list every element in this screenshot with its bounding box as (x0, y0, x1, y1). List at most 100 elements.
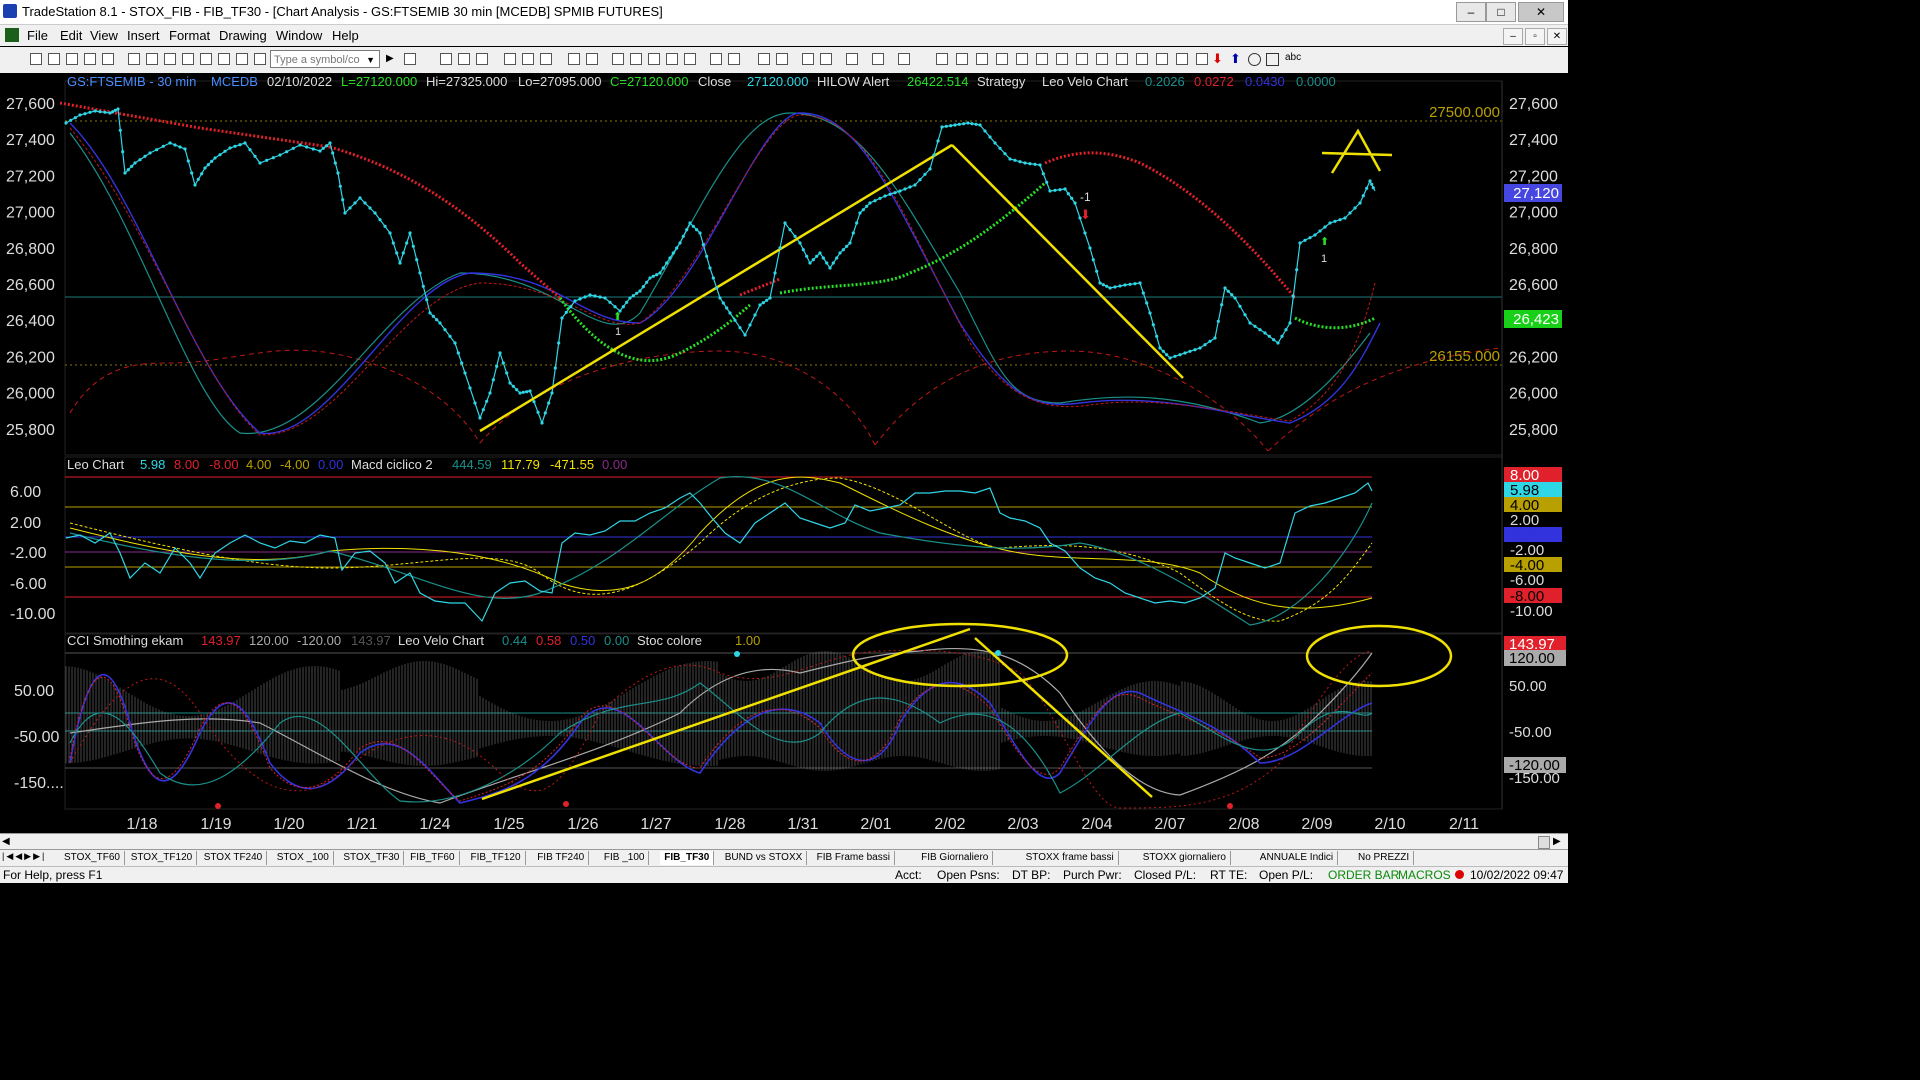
trendline-icon[interactable] (1016, 53, 1028, 65)
ohlc-icon[interactable] (666, 53, 678, 65)
order-bar-button[interactable]: ORDER BAR (1328, 868, 1399, 882)
tab-fib-tf120[interactable]: FIB_TF120 (467, 851, 526, 865)
sell-arrow-icon[interactable]: ⬇ (1212, 51, 1223, 67)
cursor-icon[interactable] (802, 53, 814, 65)
pencil-icon[interactable] (936, 53, 948, 65)
maximize-button[interactable]: □ (1486, 2, 1516, 22)
menu-format[interactable]: Format (169, 28, 210, 43)
zoom-out-icon[interactable] (776, 53, 788, 65)
speedline-icon[interactable] (1056, 53, 1068, 65)
bar-icon[interactable] (612, 53, 624, 65)
tab-fib-tf60[interactable]: FIB_TF60 (406, 851, 460, 865)
scroll-right-icon[interactable]: ▶ (1553, 836, 1561, 847)
save-all-icon[interactable] (102, 53, 114, 65)
rectangle-icon[interactable] (1266, 53, 1279, 66)
timeframe-icon[interactable] (710, 53, 722, 65)
fib-icon[interactable] (996, 53, 1008, 65)
chart-window-icon[interactable] (5, 28, 19, 42)
layout-icon[interactable] (586, 53, 598, 65)
candle-icon[interactable] (630, 53, 642, 65)
play-icon[interactable]: ▶ (386, 53, 394, 64)
bars-back-icon[interactable] (728, 53, 740, 65)
new-icon[interactable] (30, 53, 42, 65)
minimize-button[interactable]: – (1456, 2, 1486, 22)
copy-icon[interactable] (164, 53, 176, 65)
chart-canvas[interactable]: -1 ⬇ ⬆ 1 ⬆ 1 27500.000 26155.000 27,6002… (0, 73, 1568, 833)
menu-edit[interactable]: Edit (60, 28, 82, 43)
tab-annuale-indici[interactable]: ANNUALE Indici (1256, 851, 1339, 865)
save-icon[interactable] (84, 53, 96, 65)
close-button[interactable]: ✕ (1518, 2, 1564, 22)
cut-icon[interactable] (146, 53, 158, 65)
price-bar-dot (508, 381, 512, 385)
horizontal-lines-icon[interactable] (976, 53, 988, 65)
menu-window[interactable]: Window (276, 28, 322, 43)
symbol-input[interactable]: Type a symbol/co ▼ (270, 50, 380, 68)
data-icon[interactable] (236, 53, 248, 65)
fan-icon[interactable] (1156, 53, 1168, 65)
tab-fib-giornaliero[interactable]: FIB Giornaliero (917, 851, 994, 865)
tab-stoxx-frame-bassi[interactable]: STOXX frame bassi (1022, 851, 1119, 865)
menu-insert[interactable]: Insert (127, 28, 160, 43)
zoom-in-icon[interactable] (758, 53, 770, 65)
tools-icon[interactable] (254, 53, 266, 65)
scanner-icon[interactable] (540, 53, 552, 65)
channel-icon[interactable] (1036, 53, 1048, 65)
paste-icon[interactable] (182, 53, 194, 65)
chart-analysis-window[interactable]: -1 ⬇ ⬆ 1 ⬆ 1 27500.000 26155.000 27,600 2… (0, 73, 1568, 833)
line-chart-icon[interactable] (648, 53, 660, 65)
crosshair-icon[interactable] (820, 53, 832, 65)
open-workspace-icon[interactable] (66, 53, 78, 65)
arrow-line-icon[interactable] (1116, 53, 1128, 65)
print-icon[interactable] (128, 53, 140, 65)
cycle-icon[interactable] (1136, 53, 1148, 65)
gann-icon[interactable] (1076, 53, 1088, 65)
tab-stox-100[interactable]: STOX _100 (273, 851, 334, 865)
tab-stox-tf240[interactable]: STOX TF240 (200, 851, 268, 865)
find-icon[interactable] (404, 53, 416, 65)
pointfig-icon[interactable] (684, 53, 696, 65)
tab-fib-100[interactable]: FIB _100 (600, 851, 650, 865)
menu-file[interactable]: File (27, 28, 48, 43)
scroll-thumb[interactable] (1538, 836, 1550, 849)
mdi-close-button[interactable]: ✕ (1547, 28, 1567, 45)
tab-bund-vs-stoxx[interactable]: BUND vs STOXX (721, 851, 808, 865)
menu-view[interactable]: View (90, 28, 118, 43)
menu-help[interactable]: Help (332, 28, 359, 43)
tab-fib-tf240[interactable]: FIB TF240 (533, 851, 590, 865)
menu-drawing[interactable]: Drawing (219, 28, 267, 43)
buy-arrow-icon[interactable]: ⬆ (1230, 51, 1241, 67)
scroll-left-icon[interactable]: ◀ (2, 836, 10, 847)
horizontal-scrollbar[interactable]: ◀ ▶ (0, 833, 1568, 850)
indicator-icon[interactable] (872, 53, 884, 65)
chevron-down-icon[interactable]: ▼ (366, 51, 375, 69)
tab-nav-arrows-icon[interactable]: |◀◀▶▶| (2, 851, 46, 862)
tab-stoxx-giornaliero[interactable]: STOXX giornaliero (1139, 851, 1231, 865)
alert-icon[interactable] (898, 53, 910, 65)
mdi-restore-button[interactable]: ▫ (1525, 28, 1545, 45)
chart-analysis-icon[interactable] (440, 53, 452, 65)
macros-button[interactable]: MACROS (1398, 868, 1451, 882)
news-icon[interactable] (522, 53, 534, 65)
ray-icon[interactable] (1096, 53, 1108, 65)
hammer-icon[interactable] (846, 53, 858, 65)
mdi-minimize-button[interactable]: – (1503, 28, 1523, 45)
lock-icon[interactable] (200, 53, 212, 65)
vertical-line-icon[interactable] (956, 53, 968, 65)
strategy-icon[interactable] (218, 53, 230, 65)
tab-stox-tf30[interactable]: STOX_TF30 (339, 851, 405, 865)
radar-screen-icon[interactable] (458, 53, 470, 65)
tab-no-prezzi[interactable]: No PREZZI (1354, 851, 1415, 865)
regression-icon[interactable] (1176, 53, 1188, 65)
link-icon[interactable] (504, 53, 516, 65)
tab-stox-tf60[interactable]: STOX_TF60 (60, 851, 125, 865)
ellipse-icon[interactable] (1248, 53, 1261, 66)
tab-fib-frame-bassi[interactable]: FIB Frame bassi (813, 851, 895, 865)
tab-stox-tf120[interactable]: STOX_TF120 (127, 851, 198, 865)
window-icon[interactable] (568, 53, 580, 65)
text-tool-icon[interactable]: abc (1285, 52, 1301, 63)
matrix-icon[interactable] (476, 53, 488, 65)
open-icon[interactable] (48, 53, 60, 65)
tab-fib-tf30[interactable]: FIB_TF30 (660, 851, 715, 865)
arc-icon[interactable] (1196, 53, 1208, 65)
